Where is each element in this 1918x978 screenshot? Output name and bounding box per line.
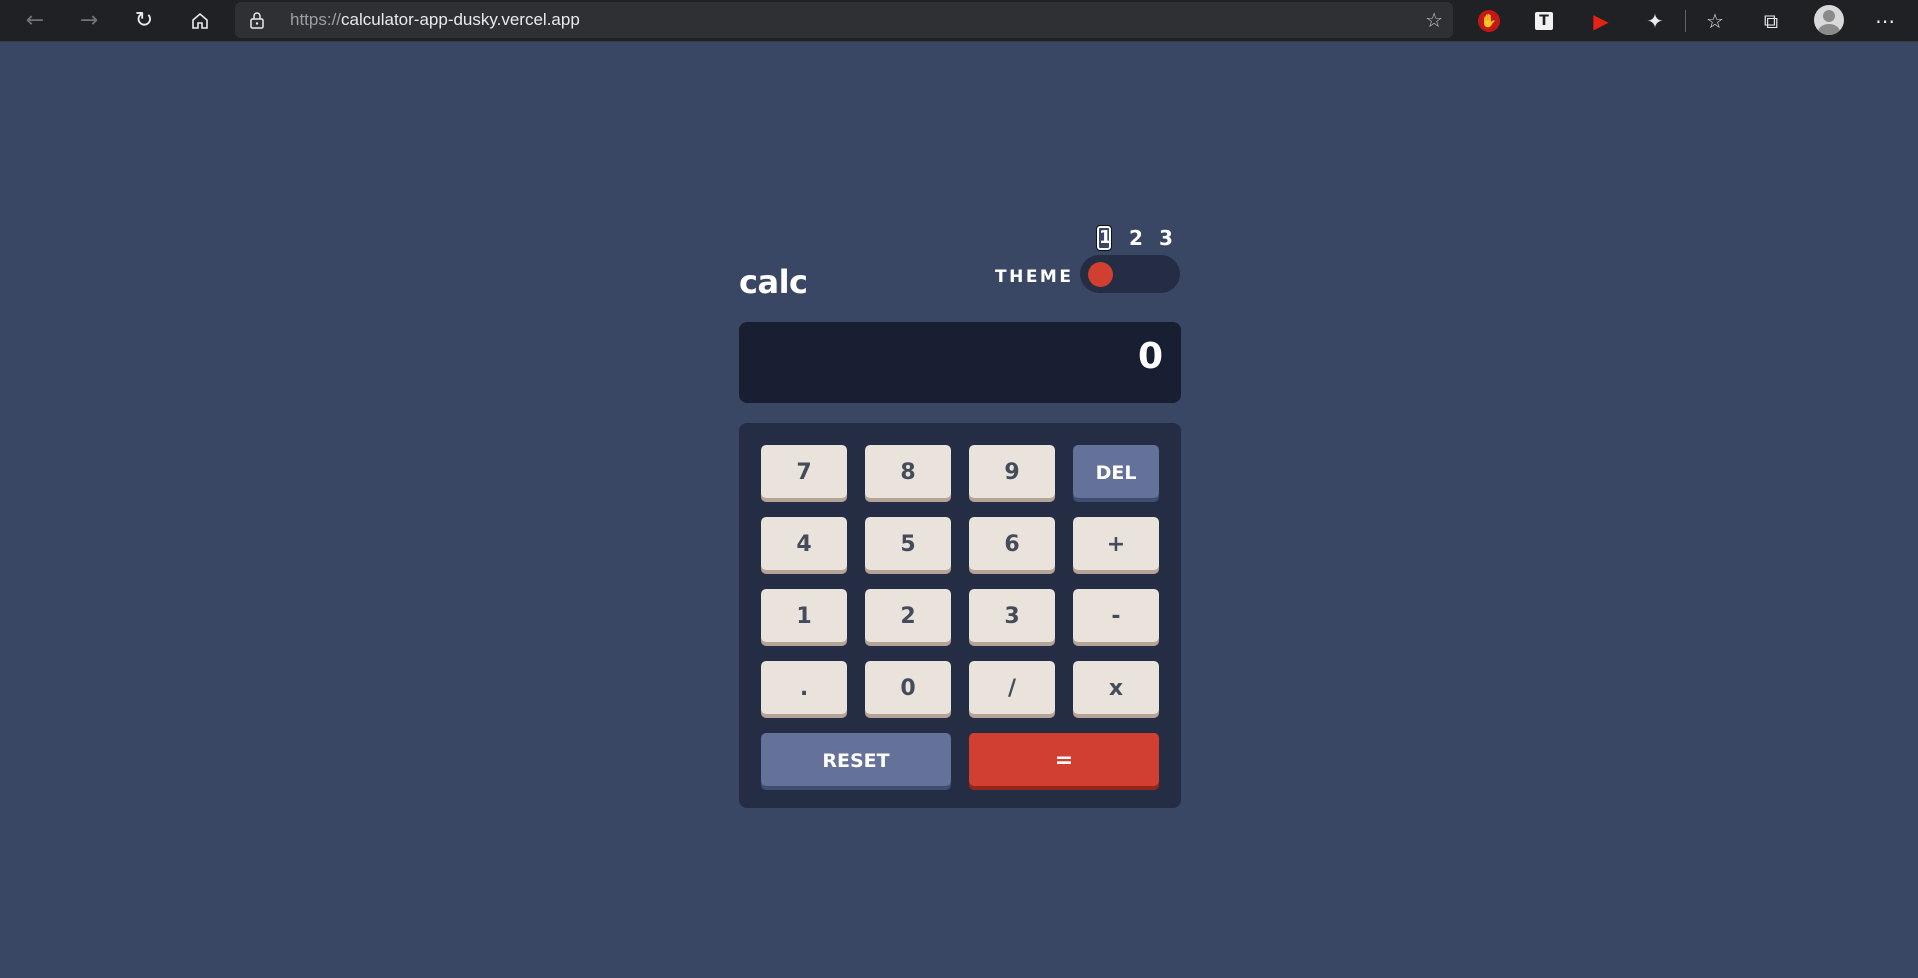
display-screen: 0 — [739, 322, 1181, 403]
key-9[interactable]: 9 — [969, 445, 1055, 498]
equals-button[interactable]: = — [969, 733, 1159, 786]
minus-button[interactable]: - — [1073, 589, 1159, 642]
home-icon — [192, 12, 208, 29]
toolbar-divider — [1685, 10, 1686, 32]
back-button[interactable]: ← — [18, 4, 52, 38]
key-3[interactable]: 3 — [969, 589, 1055, 642]
key-0[interactable]: 0 — [865, 661, 951, 714]
arrow-left-icon: ← — [25, 8, 45, 33]
favorites-icon[interactable]: ☆ — [1700, 6, 1730, 36]
profile-avatar[interactable] — [1814, 5, 1844, 35]
refresh-icon: ↻ — [134, 8, 154, 33]
key-4[interactable]: 4 — [761, 517, 847, 570]
home-button[interactable] — [183, 4, 217, 38]
key-6[interactable]: 6 — [969, 517, 1055, 570]
theme-numbers: 1 2 3 — [1094, 225, 1178, 252]
arrow-right-icon: → — [79, 8, 99, 33]
url-text: https://calculator-app-dusky.vercel.app — [290, 10, 580, 29]
ublock-extension-icon[interactable]: ✋ — [1478, 10, 1500, 32]
theme-option-3[interactable]: 3 — [1156, 226, 1176, 250]
reset-button[interactable]: RESET — [761, 733, 951, 786]
display-value: 0 — [1137, 336, 1163, 377]
collections-icon[interactable]: ⧉ — [1756, 6, 1786, 36]
refresh-button[interactable]: ↻ — [127, 4, 161, 38]
key-1[interactable]: 1 — [761, 589, 847, 642]
keypad: 7 8 9 DEL 4 5 6 + 1 2 3 - . 0 / x RESET … — [739, 423, 1181, 808]
multiply-button[interactable]: x — [1073, 661, 1159, 714]
browser-toolbar: ← → ↻ https://calculator-app-dusky.verce… — [0, 0, 1918, 42]
theme-option-1[interactable]: 1 — [1096, 225, 1112, 251]
theme-option-2[interactable]: 2 — [1126, 226, 1146, 250]
theme-label: THEME — [995, 267, 1074, 287]
puzzle-extensions-icon[interactable]: ✦ — [1640, 6, 1670, 36]
theme-toggle[interactable] — [1080, 255, 1180, 293]
app-title: calc — [739, 263, 808, 301]
decimal-button[interactable]: . — [761, 661, 847, 714]
text-extension-icon[interactable]: T — [1535, 12, 1553, 30]
youtube-extension-icon[interactable]: ▶ — [1586, 6, 1616, 36]
forward-button[interactable]: → — [72, 4, 106, 38]
key-5[interactable]: 5 — [865, 517, 951, 570]
plus-button[interactable]: + — [1073, 517, 1159, 570]
divide-button[interactable]: / — [969, 661, 1055, 714]
lock-icon — [250, 12, 264, 29]
key-2[interactable]: 2 — [865, 589, 951, 642]
address-bar[interactable]: https://calculator-app-dusky.vercel.app … — [235, 2, 1453, 38]
theme-toggle-knob[interactable] — [1088, 262, 1113, 287]
more-menu-icon[interactable]: ⋯ — [1870, 6, 1900, 36]
key-7[interactable]: 7 — [761, 445, 847, 498]
star-plus-icon[interactable]: ☆ — [1425, 8, 1443, 32]
delete-button[interactable]: DEL — [1073, 445, 1159, 498]
key-8[interactable]: 8 — [865, 445, 951, 498]
